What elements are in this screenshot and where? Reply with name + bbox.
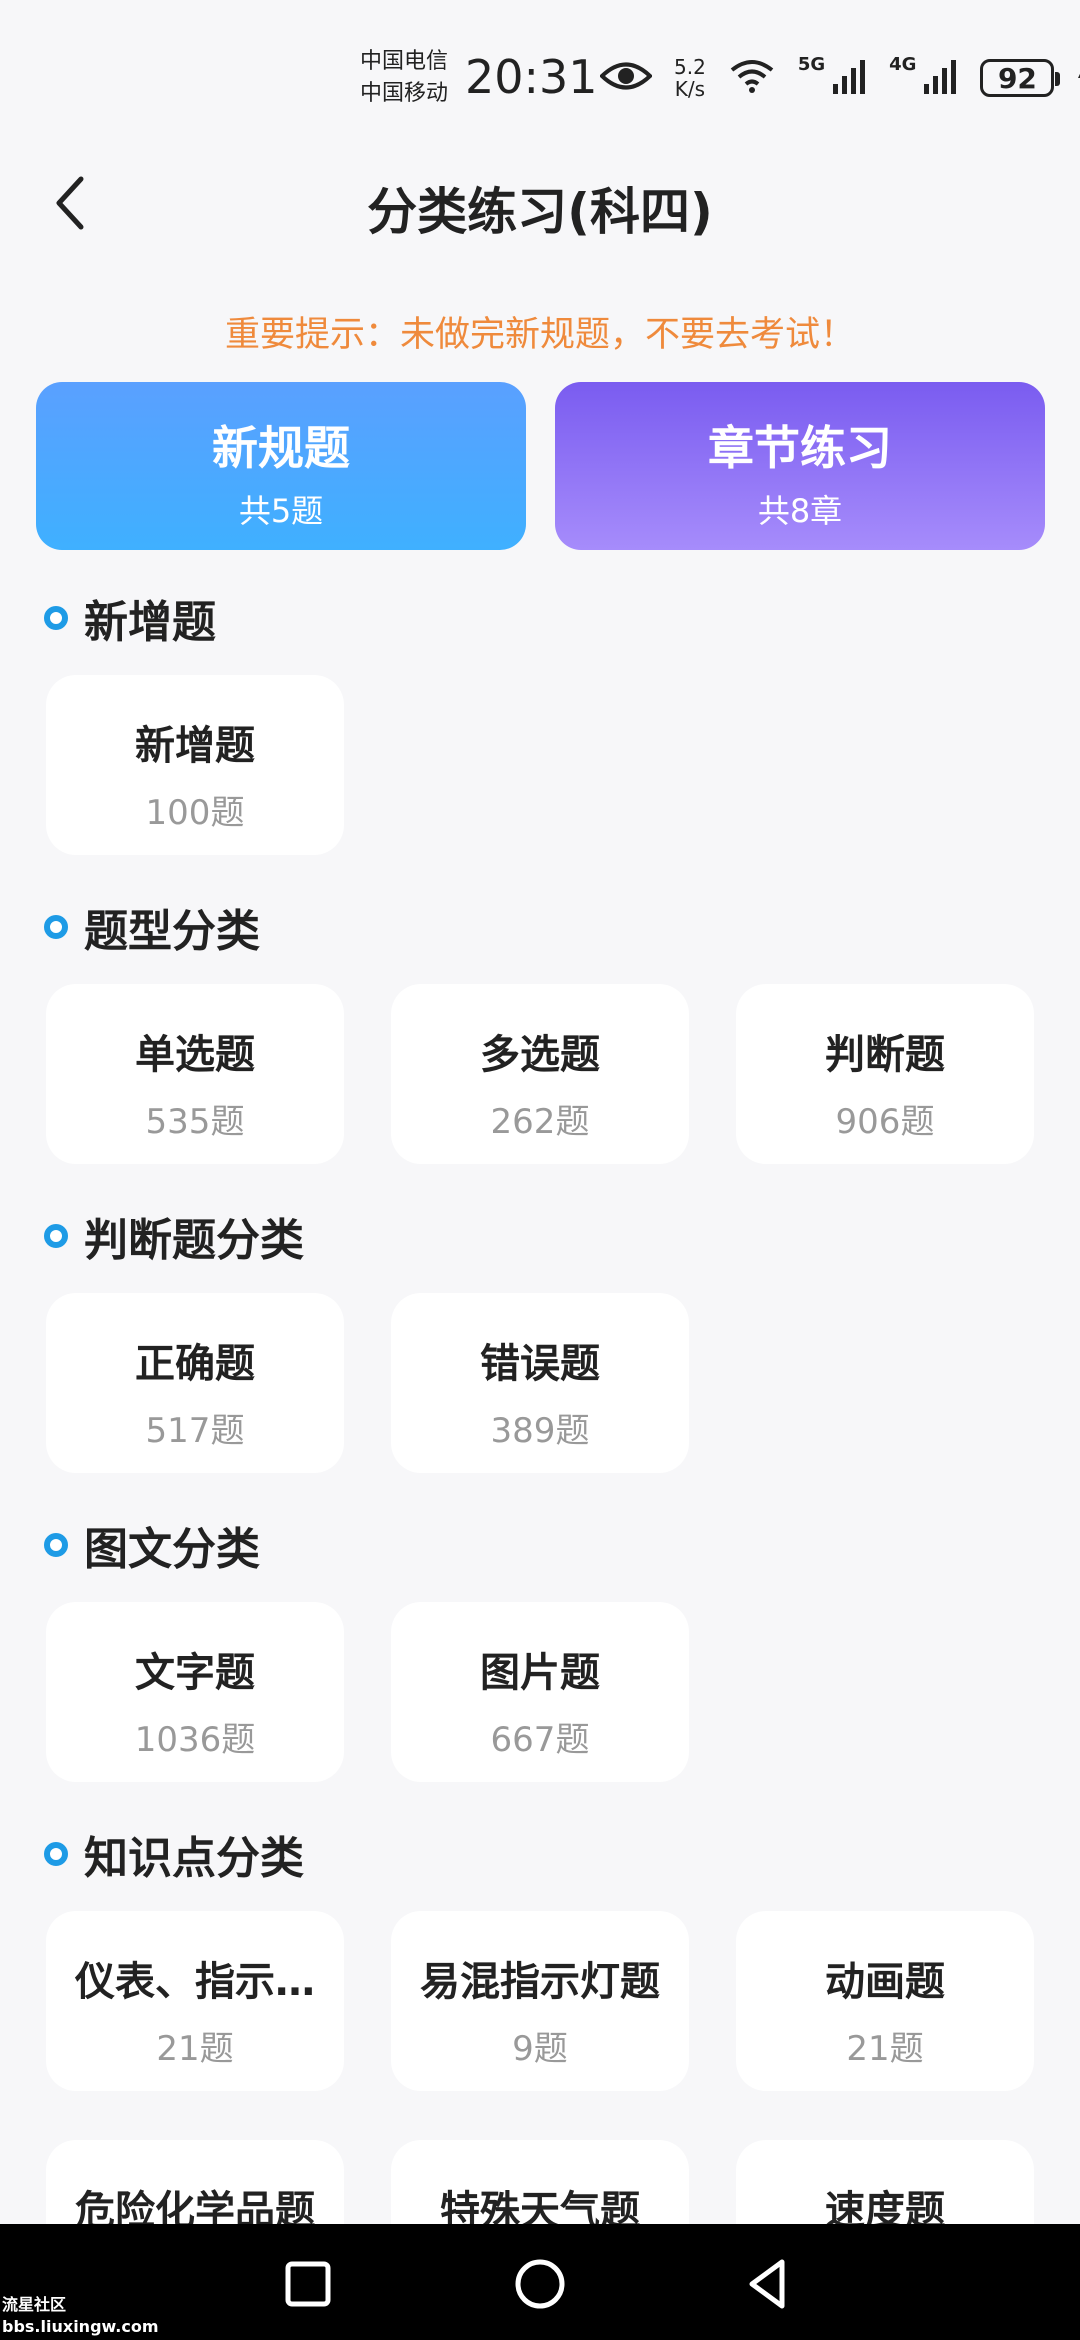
category-card[interactable]: 判断题 906题 [736,984,1034,1164]
card-label: 正确题 [135,1341,255,1387]
chapter-practice-count: 共8章 [757,492,843,530]
notice-banner: 重要提示：未做完新规题，不要去考试！ [224,315,855,355]
watermark: 流星社区 bbs.liuxingw.com [2,2294,159,2338]
clock: 20:31 [465,50,598,104]
triangle-back-icon [749,2259,785,2309]
page-title: 分类练习(科四) [367,183,713,241]
card-label: 仪表、指示… [75,1959,315,2005]
category-card[interactable]: 错误题 389题 [391,1293,689,1473]
card-count: 667题 [490,1720,590,1760]
new-rules-count: 共5题 [238,492,324,530]
signal-2-label: 4G [889,53,917,75]
charging-icon [1076,57,1080,99]
card-label: 多选题 [480,1032,600,1078]
category-card[interactable]: 单选题 535题 [46,984,344,1164]
carrier-2: 中国移动 [360,81,449,106]
section-title: 题型分类 [84,906,260,957]
network-speed: 5.2 K/s [674,55,706,101]
category-card[interactable]: 新增题 100题 [46,675,344,855]
section-text-image: 图文分类 [44,1513,260,1577]
section-knowledge: 知识点分类 [44,1822,304,1886]
card-label: 文字题 [135,1650,255,1696]
card-label: 动画题 [825,1959,945,2005]
watermark-line-1: 流星社区 [2,2295,67,2314]
section-bullet-icon [44,1224,68,1248]
carrier-labels: 中国电信 中国移动 [360,46,448,110]
watermark-line-2: bbs.liuxingw.com [2,2317,159,2336]
section-title: 判断题分类 [84,1215,304,1266]
card-count: 517题 [145,1411,245,1451]
category-card[interactable]: 动画题 21题 [736,1911,1034,2091]
section-title: 新增题 [84,597,216,648]
card-label: 判断题 [825,1032,945,1078]
category-card[interactable]: 图片题 667题 [391,1602,689,1782]
card-count: 906题 [835,1102,935,1142]
square-icon [285,2261,331,2307]
card-label: 单选题 [135,1032,255,1078]
category-card[interactable]: 仪表、指示… 21题 [46,1911,344,2091]
card-count: 1036题 [134,1720,256,1760]
card-count: 9题 [512,2029,568,2069]
new-rules-title: 新规题 [212,421,350,475]
status-bar: 中国电信 中国移动 20:31 5.2 K/s 5G 4G 92 [0,0,1080,150]
back-nav-button[interactable] [740,2254,800,2314]
signal-1-label: 5G [797,53,826,75]
carrier-1: 中国电信 [360,49,449,74]
chapter-practice-title: 章节练习 [708,421,892,475]
system-nav-bar [0,2224,1080,2340]
card-count: 262题 [490,1102,590,1142]
home-button[interactable] [510,2254,570,2314]
section-bullet-icon [44,1842,68,1866]
battery-indicator: 92 [980,59,1061,97]
status-icons: 5.2 K/s 5G 4G 92 [599,52,1080,104]
section-bullet-icon [44,606,68,630]
section-title: 知识点分类 [84,1833,304,1884]
card-label: 错误题 [480,1341,600,1387]
card-label: 易混指示灯题 [420,1959,660,2005]
chapter-practice-button[interactable]: 章节练习 共8章 [555,382,1045,550]
signal-1-icon [833,58,867,98]
category-card[interactable]: 文字题 1036题 [46,1602,344,1782]
card-label: 图片题 [480,1650,600,1696]
new-rules-button[interactable]: 新规题 共5题 [36,382,526,550]
section-question-type: 题型分类 [44,895,260,959]
section-new-added: 新增题 [44,586,216,650]
category-card[interactable]: 易混指示灯题 9题 [391,1911,689,2091]
card-count: 389题 [490,1411,590,1451]
section-title: 图文分类 [84,1524,260,1575]
signal-2-icon [924,58,958,98]
category-card[interactable]: 多选题 262题 [391,984,689,1164]
section-judgment: 判断题分类 [44,1204,304,1268]
card-label: 新增题 [135,723,255,769]
card-count: 100题 [145,793,245,833]
section-bullet-icon [44,915,68,939]
card-count: 21题 [156,2029,234,2069]
category-card[interactable]: 正确题 517题 [46,1293,344,1473]
section-bullet-icon [44,1533,68,1557]
recents-button[interactable] [278,2254,338,2314]
circle-icon [515,2259,565,2309]
wifi-icon [728,58,776,98]
card-count: 21题 [846,2029,924,2069]
eye-icon [599,59,653,97]
card-count: 535题 [145,1102,245,1142]
